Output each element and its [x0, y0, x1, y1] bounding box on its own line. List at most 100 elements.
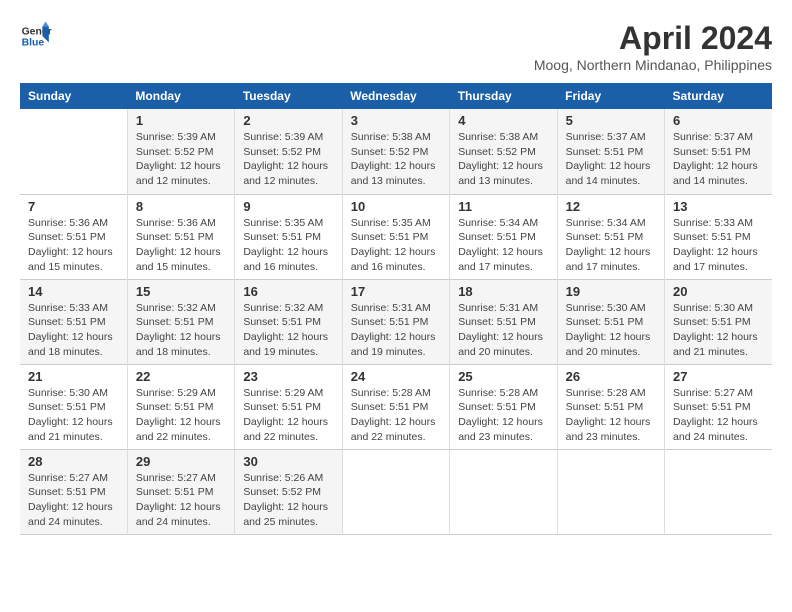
calendar-cell	[342, 449, 449, 534]
day-number: 6	[673, 113, 764, 128]
day-info: Sunrise: 5:27 AMSunset: 5:51 PMDaylight:…	[136, 471, 226, 530]
calendar-cell: 28Sunrise: 5:27 AMSunset: 5:51 PMDayligh…	[20, 449, 127, 534]
day-info: Sunrise: 5:35 AMSunset: 5:51 PMDaylight:…	[243, 216, 333, 275]
weekday-header-monday: Monday	[127, 83, 234, 109]
day-info: Sunrise: 5:31 AMSunset: 5:51 PMDaylight:…	[458, 301, 548, 360]
calendar-cell: 14 Sunrise: 5:33 AMSunset: 5:51 PMDayligh…	[20, 279, 127, 364]
day-info: Sunrise: 5:31 AMSunset: 5:51 PMDaylight:…	[351, 301, 441, 360]
day-info: Sunrise: 5:34 AMSunset: 5:51 PMDaylight:…	[458, 216, 548, 275]
day-info: Sunrise: 5:30 AMSunset: 5:51 PMDaylight:…	[673, 301, 764, 360]
calendar-cell: 16 Sunrise: 5:32 AMSunset: 5:51 PMDayligh…	[235, 279, 342, 364]
calendar-cell: 26Sunrise: 5:28 AMSunset: 5:51 PMDayligh…	[557, 364, 664, 449]
day-info: Sunrise: 5:39 AMSunset: 5:52 PMDaylight:…	[136, 130, 226, 189]
day-info: Sunrise: 5:26 AMSunset: 5:52 PMDaylight:…	[243, 471, 333, 530]
day-info: Sunrise: 5:33 AMSunset: 5:51 PMDaylight:…	[28, 301, 119, 360]
day-info: Sunrise: 5:37 AMSunset: 5:51 PMDaylight:…	[566, 130, 656, 189]
calendar-week-row: 7 Sunrise: 5:36 AMSunset: 5:51 PMDaylight…	[20, 194, 772, 279]
calendar-cell: 24 Sunrise: 5:28 AMSunset: 5:51 PMDayligh…	[342, 364, 449, 449]
calendar-table: SundayMondayTuesdayWednesdayThursdayFrid…	[20, 83, 772, 535]
calendar-cell: 20 Sunrise: 5:30 AMSunset: 5:51 PMDayligh…	[665, 279, 772, 364]
day-number: 11	[458, 199, 548, 214]
calendar-cell	[20, 109, 127, 194]
day-info: Sunrise: 5:32 AMSunset: 5:51 PMDaylight:…	[136, 301, 226, 360]
calendar-cell	[665, 449, 772, 534]
day-number: 7	[28, 199, 119, 214]
calendar-cell: 15 Sunrise: 5:32 AMSunset: 5:51 PMDayligh…	[127, 279, 234, 364]
svg-text:Blue: Blue	[22, 38, 45, 49]
calendar-cell: 19Sunrise: 5:30 AMSunset: 5:51 PMDayligh…	[557, 279, 664, 364]
calendar-cell: 5 Sunrise: 5:37 AMSunset: 5:51 PMDaylight…	[557, 109, 664, 194]
calendar-cell: 1 Sunrise: 5:39 AMSunset: 5:52 PMDaylight…	[127, 109, 234, 194]
day-number: 10	[351, 199, 441, 214]
calendar-week-row: 21 Sunrise: 5:30 AMSunset: 5:51 PMDayligh…	[20, 364, 772, 449]
day-number: 27	[673, 369, 764, 384]
day-number: 3	[351, 113, 441, 128]
calendar-cell: 2Sunrise: 5:39 AMSunset: 5:52 PMDaylight…	[235, 109, 342, 194]
day-info: Sunrise: 5:36 AMSunset: 5:51 PMDaylight:…	[136, 216, 226, 275]
day-info: Sunrise: 5:38 AMSunset: 5:52 PMDaylight:…	[351, 130, 441, 189]
day-number: 13	[673, 199, 764, 214]
day-info: Sunrise: 5:28 AMSunset: 5:51 PMDaylight:…	[351, 386, 441, 445]
calendar-cell	[557, 449, 664, 534]
weekday-header-sunday: Sunday	[20, 83, 127, 109]
day-number: 9	[243, 199, 333, 214]
day-info: Sunrise: 5:38 AMSunset: 5:52 PMDaylight:…	[458, 130, 548, 189]
day-number: 12	[566, 199, 656, 214]
day-info: Sunrise: 5:36 AMSunset: 5:51 PMDaylight:…	[28, 216, 119, 275]
weekday-header-friday: Friday	[557, 83, 664, 109]
calendar-cell: 29 Sunrise: 5:27 AMSunset: 5:51 PMDayligh…	[127, 449, 234, 534]
calendar-cell: 7 Sunrise: 5:36 AMSunset: 5:51 PMDaylight…	[20, 194, 127, 279]
day-info: Sunrise: 5:30 AMSunset: 5:51 PMDaylight:…	[28, 386, 119, 445]
calendar-cell: 8 Sunrise: 5:36 AMSunset: 5:51 PMDaylight…	[127, 194, 234, 279]
day-number: 21	[28, 369, 119, 384]
day-number: 15	[136, 284, 226, 299]
day-info: Sunrise: 5:32 AMSunset: 5:51 PMDaylight:…	[243, 301, 333, 360]
calendar-cell: 6 Sunrise: 5:37 AMSunset: 5:51 PMDaylight…	[665, 109, 772, 194]
weekday-header-tuesday: Tuesday	[235, 83, 342, 109]
day-info: Sunrise: 5:33 AMSunset: 5:51 PMDaylight:…	[673, 216, 764, 275]
month-title: April 2024	[534, 20, 772, 57]
day-number: 29	[136, 454, 226, 469]
day-number: 14	[28, 284, 119, 299]
day-number: 8	[136, 199, 226, 214]
day-number: 23	[243, 369, 333, 384]
day-info: Sunrise: 5:39 AMSunset: 5:52 PMDaylight:…	[243, 130, 333, 189]
day-number: 20	[673, 284, 764, 299]
day-info: Sunrise: 5:34 AMSunset: 5:51 PMDaylight:…	[566, 216, 656, 275]
day-number: 16	[243, 284, 333, 299]
calendar-cell: 17Sunrise: 5:31 AMSunset: 5:51 PMDayligh…	[342, 279, 449, 364]
day-number: 18	[458, 284, 548, 299]
day-number: 1	[136, 113, 226, 128]
general-blue-logo-icon: General Blue	[20, 20, 52, 52]
calendar-cell: 30 Sunrise: 5:26 AMSunset: 5:52 PMDayligh…	[235, 449, 342, 534]
day-info: Sunrise: 5:29 AMSunset: 5:51 PMDaylight:…	[136, 386, 226, 445]
weekday-header-wednesday: Wednesday	[342, 83, 449, 109]
day-number: 5	[566, 113, 656, 128]
page-header: General Blue April 2024 Moog, Northern M…	[20, 20, 772, 73]
calendar-cell: 18 Sunrise: 5:31 AMSunset: 5:51 PMDayligh…	[450, 279, 557, 364]
day-number: 24	[351, 369, 441, 384]
calendar-cell: 4 Sunrise: 5:38 AMSunset: 5:52 PMDaylight…	[450, 109, 557, 194]
day-info: Sunrise: 5:37 AMSunset: 5:51 PMDaylight:…	[673, 130, 764, 189]
calendar-cell: 11 Sunrise: 5:34 AMSunset: 5:51 PMDayligh…	[450, 194, 557, 279]
calendar-cell: 25Sunrise: 5:28 AMSunset: 5:51 PMDayligh…	[450, 364, 557, 449]
day-number: 30	[243, 454, 333, 469]
calendar-week-row: 14 Sunrise: 5:33 AMSunset: 5:51 PMDayligh…	[20, 279, 772, 364]
calendar-cell: 10Sunrise: 5:35 AMSunset: 5:51 PMDayligh…	[342, 194, 449, 279]
day-number: 4	[458, 113, 548, 128]
day-info: Sunrise: 5:27 AMSunset: 5:51 PMDaylight:…	[28, 471, 119, 530]
calendar-cell: 9 Sunrise: 5:35 AMSunset: 5:51 PMDaylight…	[235, 194, 342, 279]
calendar-cell: 3 Sunrise: 5:38 AMSunset: 5:52 PMDaylight…	[342, 109, 449, 194]
logo: General Blue	[20, 20, 52, 52]
calendar-cell: 23Sunrise: 5:29 AMSunset: 5:51 PMDayligh…	[235, 364, 342, 449]
weekday-header-thursday: Thursday	[450, 83, 557, 109]
location-subtitle: Moog, Northern Mindanao, Philippines	[534, 57, 772, 73]
weekday-header-saturday: Saturday	[665, 83, 772, 109]
day-number: 19	[566, 284, 656, 299]
calendar-cell: 13 Sunrise: 5:33 AMSunset: 5:51 PMDayligh…	[665, 194, 772, 279]
day-number: 25	[458, 369, 548, 384]
calendar-week-row: 1 Sunrise: 5:39 AMSunset: 5:52 PMDaylight…	[20, 109, 772, 194]
calendar-cell: 27Sunrise: 5:27 AMSunset: 5:51 PMDayligh…	[665, 364, 772, 449]
calendar-week-row: 28Sunrise: 5:27 AMSunset: 5:51 PMDayligh…	[20, 449, 772, 534]
weekday-header-row: SundayMondayTuesdayWednesdayThursdayFrid…	[20, 83, 772, 109]
